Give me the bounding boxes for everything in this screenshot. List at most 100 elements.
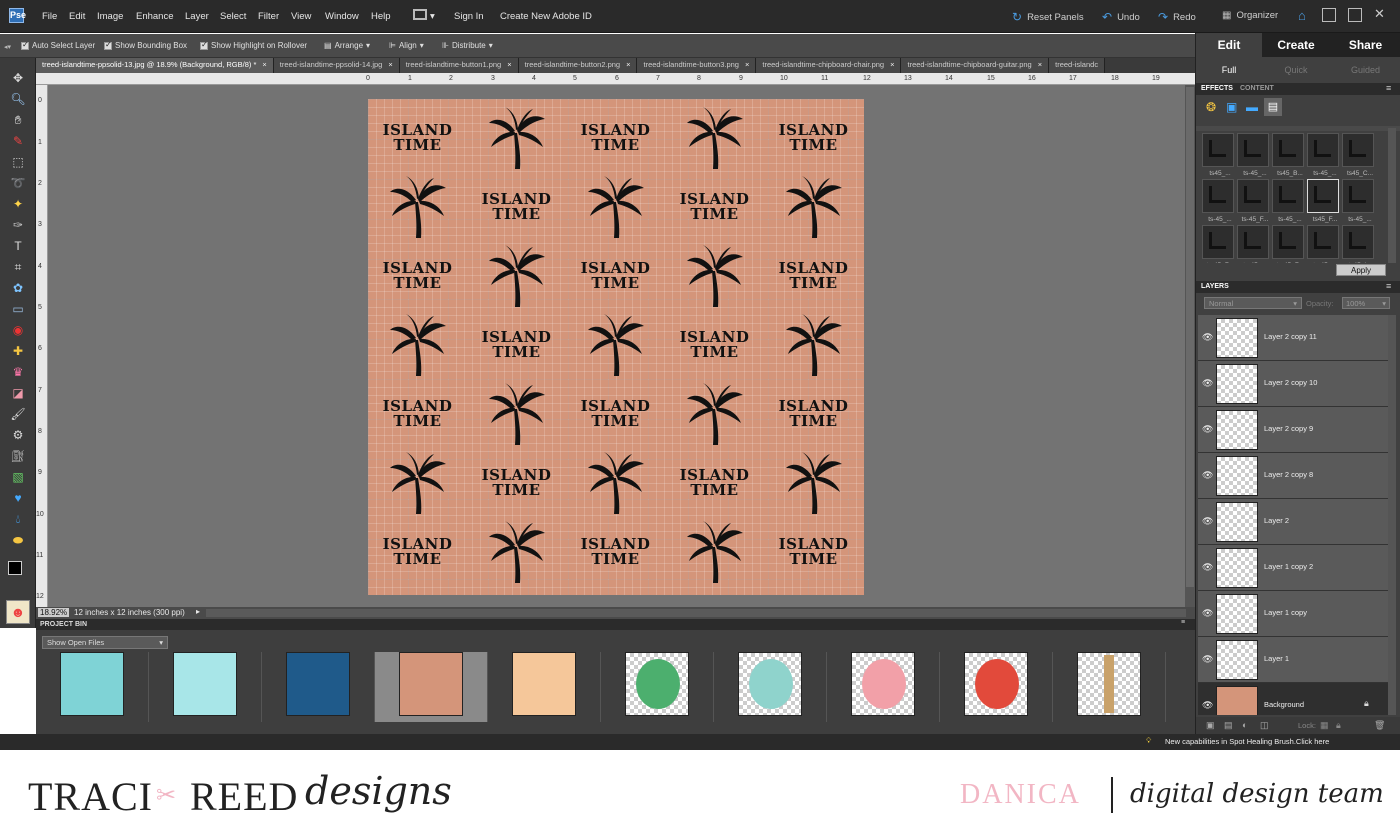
show-highlight-checkbox[interactable]: Show Highlight on Rollover (200, 40, 307, 50)
brush-tool-icon[interactable]: 🖌︎ (10, 406, 26, 422)
document-canvas[interactable]: ISLAND TIME ISLAND TIME ISLAND TIME ISLAND TIME… (368, 99, 864, 595)
layer-row[interactable]: 👁︎ Layer 2 copy 10 (1198, 361, 1388, 407)
menu-edit[interactable]: Edit (69, 11, 85, 22)
organizer-button[interactable]: ▦ Organizer (1222, 10, 1278, 21)
eye-icon[interactable]: 👁︎ (1202, 654, 1213, 665)
close-icon[interactable]: × (1038, 60, 1042, 71)
blur-tool-icon[interactable]: 💧︎ (10, 511, 26, 527)
tab-quick[interactable]: Quick (1262, 59, 1330, 81)
eye-icon[interactable]: 👁︎ (1202, 470, 1213, 481)
tab-document-3[interactable]: treed-islandtime-button1.png × (399, 58, 519, 73)
smart-brush-tool-icon[interactable]: ⚙ (10, 427, 26, 443)
close-icon[interactable]: × (745, 60, 749, 71)
tab-create[interactable]: Create (1262, 33, 1330, 57)
effect-thumbnail[interactable]: ts45_B... (1272, 133, 1304, 177)
bin-thumbnail[interactable] (940, 652, 1053, 722)
bin-thumbnail[interactable] (375, 652, 488, 722)
menu-filter[interactable]: Filter (258, 11, 279, 22)
scrollbar-thumb[interactable] (1186, 87, 1194, 587)
show-bounding-box-checkbox[interactable]: Show Bounding Box (104, 40, 187, 50)
maximize-icon[interactable] (1348, 8, 1362, 22)
redo-button[interactable]: ↷ Redo (1158, 10, 1196, 24)
tab-document-8[interactable]: treed-islandc (1049, 58, 1106, 73)
sign-in-link[interactable]: Sign In (454, 11, 484, 22)
tab-guided[interactable]: Guided (1330, 59, 1400, 81)
layer-row[interactable]: 👁︎ Layer 1 copy 2 (1198, 545, 1388, 591)
custom-shape-tool-icon[interactable]: ♥ (10, 490, 26, 506)
type-tool-icon[interactable]: T (10, 238, 26, 254)
quick-selection-tool-icon[interactable]: ✑ (10, 217, 26, 233)
effect-thumbnail[interactable]: ts-45_... (1237, 133, 1269, 177)
opacity-field[interactable]: 100% ▾ (1342, 297, 1390, 309)
tab-content[interactable]: CONTENT (1240, 85, 1274, 92)
straighten-tool-icon[interactable]: ▭ (10, 301, 26, 317)
auto-select-checkbox[interactable]: Auto Select Layer (21, 40, 95, 50)
effect-thumbnail[interactable]: ts45_F... (1307, 179, 1339, 223)
eye-icon[interactable]: 👁︎ (1202, 700, 1213, 711)
bin-thumbnail[interactable] (714, 652, 827, 722)
adjustment-layer-icon[interactable]: ◐ (1242, 720, 1247, 730)
effect-thumbnail[interactable]: ts45_C... (1342, 133, 1374, 177)
bin-thumbnail[interactable] (601, 652, 714, 722)
gradient-tool-icon[interactable]: ▧ (10, 469, 26, 485)
close-icon[interactable]: × (507, 60, 511, 71)
minimize-icon[interactable] (1322, 8, 1336, 22)
blend-mode-dropdown[interactable]: Normal ▾ (1204, 297, 1302, 309)
tab-document-7[interactable]: treed-islandtime-chipboard-guitar.png × (901, 58, 1050, 73)
menu-window[interactable]: Window (325, 11, 359, 22)
chevron-down-icon[interactable]: ▾ (430, 11, 435, 22)
effect-thumbnail[interactable]: ts45_... (1202, 133, 1234, 177)
eyedropper-tool-icon[interactable]: ✎ (10, 133, 26, 149)
apply-button[interactable]: Apply (1336, 264, 1386, 276)
tab-document-6[interactable]: treed-islandtime-chipboard-chair.png × (756, 58, 902, 73)
menu-image[interactable]: Image (97, 11, 123, 22)
notice-link[interactable]: New capabilities in Spot Healing Brush.C… (1165, 737, 1329, 746)
create-adobe-id-link[interactable]: Create New Adobe ID (500, 11, 592, 22)
show-open-files-dropdown[interactable]: Show Open Files ▾ (42, 636, 168, 649)
move-tool-icon[interactable]: ✥ (10, 70, 26, 86)
new-group-icon[interactable]: ▤ (1224, 720, 1233, 731)
eye-icon[interactable]: 👁︎ (1202, 516, 1213, 527)
effect-thumbnail[interactable]: ts-45_F... (1237, 179, 1269, 223)
horizontal-scrollbar[interactable] (206, 609, 1186, 617)
eye-icon[interactable]: 👁︎ (1202, 424, 1213, 435)
vertical-scrollbar[interactable] (1185, 85, 1195, 607)
layer-row[interactable]: 👁︎ Layer 2 copy 9 (1198, 407, 1388, 453)
layout-icon[interactable] (413, 9, 427, 20)
eye-icon[interactable]: 👁︎ (1202, 378, 1213, 389)
close-icon[interactable]: × (388, 60, 392, 71)
effect-thumbnail[interactable]: ts-45_F... (1272, 225, 1304, 263)
magic-wand-tool-icon[interactable]: ✦ (10, 196, 26, 212)
menu-file[interactable]: File (42, 11, 57, 22)
cookie-cutter-tool-icon[interactable]: ✿ (10, 280, 26, 296)
eye-icon[interactable]: 👁︎ (1202, 608, 1213, 619)
undo-button[interactable]: ↶ Undo (1102, 10, 1140, 24)
crop-tool-icon[interactable]: ⌗ (10, 259, 26, 275)
reset-panels-button[interactable]: ↻ Reset Panels (1012, 10, 1084, 24)
lock-icon[interactable]: 🔒︎ (1336, 720, 1341, 731)
bin-thumbnail[interactable] (1053, 652, 1166, 722)
bin-thumbnail[interactable] (488, 652, 601, 722)
sponge-tool-icon[interactable]: ⬬ (10, 532, 26, 548)
effects-scrollbar[interactable] (1388, 128, 1396, 263)
layer-row[interactable]: 👁︎ Layer 2 copy 8 (1198, 453, 1388, 499)
lasso-tool-icon[interactable]: ➰ (10, 175, 26, 191)
bin-thumbnail[interactable] (827, 652, 940, 722)
arrange-dropdown[interactable]: ▤ Arrange ▾ (324, 41, 370, 50)
effect-thumbnail[interactable]: ts-45_... (1272, 179, 1304, 223)
layer-styles-icon[interactable]: ❂ (1206, 100, 1216, 114)
menu-select[interactable]: Select (220, 11, 246, 22)
layer-row[interactable]: 👁︎ Background 🔒︎ (1198, 683, 1388, 715)
layer-row[interactable]: 👁︎ Layer 2 copy 11 (1198, 315, 1388, 361)
eye-icon[interactable]: 👁︎ (1202, 562, 1213, 573)
bin-thumbnail[interactable] (149, 652, 262, 722)
close-icon[interactable]: × (890, 60, 894, 71)
tab-document-1[interactable]: treed-islandtime-ppsolid-13.jpg @ 18.9% … (36, 58, 274, 73)
mascot-icon[interactable]: ☻ (6, 600, 30, 624)
new-layer-icon[interactable]: ▣ (1206, 720, 1215, 731)
bin-thumbnail[interactable] (262, 652, 375, 722)
zoom-tool-icon[interactable]: 🔍︎ (10, 91, 26, 107)
tab-document-2[interactable]: treed-islandtime-ppsolid-14.jpg × (273, 58, 400, 73)
menu-view[interactable]: View (291, 11, 311, 22)
hand-tool-icon[interactable]: ✋︎ (10, 112, 26, 128)
